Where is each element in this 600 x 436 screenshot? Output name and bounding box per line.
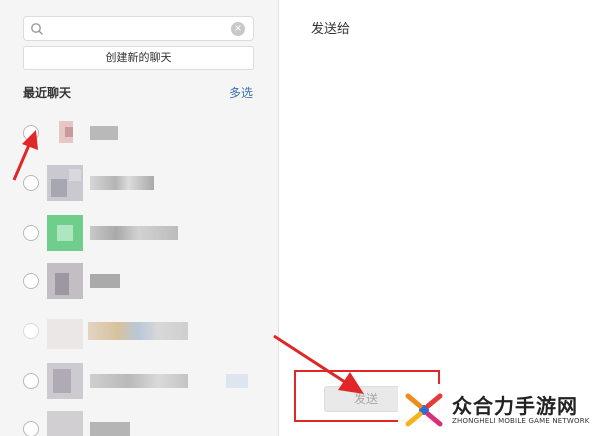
- contact-name-obscured: [90, 422, 130, 436]
- search-box[interactable]: ×: [23, 16, 254, 41]
- contact-picker-pane: × 创建新的聊天 最近聊天 多选: [0, 0, 279, 436]
- contact-item[interactable]: [0, 258, 279, 304]
- contact-name-obscured: [90, 374, 188, 388]
- search-input[interactable]: [48, 19, 228, 38]
- select-radio[interactable]: [23, 225, 39, 241]
- select-radio[interactable]: [23, 175, 39, 191]
- contact-item[interactable]: [0, 210, 279, 256]
- contact-item[interactable]: [0, 406, 279, 436]
- select-radio[interactable]: [23, 323, 39, 339]
- select-radio[interactable]: [23, 421, 39, 436]
- avatar: [47, 165, 83, 201]
- contact-name-obscured: [88, 322, 188, 340]
- watermark-logo-icon: [405, 393, 443, 427]
- avatar: [47, 215, 83, 251]
- send-button[interactable]: 发送: [324, 386, 408, 412]
- site-watermark: 众合力手游网 ZHONGHELI MOBILE GAME NETWORK: [398, 384, 600, 436]
- avatar: [47, 115, 83, 151]
- multi-select-link[interactable]: 多选: [229, 84, 253, 101]
- contact-extra-obscured: [226, 374, 248, 388]
- recent-chats-title: 最近聊天: [23, 86, 72, 100]
- contact-item[interactable]: [0, 358, 279, 404]
- avatar: [47, 313, 83, 349]
- avatar: [47, 263, 83, 299]
- contact-item[interactable]: [0, 308, 279, 354]
- contact-item[interactable]: [0, 110, 279, 156]
- contact-name-obscured: [90, 226, 178, 240]
- clear-icon[interactable]: ×: [231, 22, 245, 36]
- contact-name-obscured: [90, 176, 154, 190]
- watermark-title: 众合力手游网: [452, 394, 578, 418]
- contact-name-obscured: [90, 126, 118, 140]
- create-new-chat-button[interactable]: 创建新的聊天: [23, 46, 254, 70]
- search-icon: [31, 23, 43, 35]
- contact-name-obscured: [90, 274, 120, 288]
- select-radio[interactable]: [23, 373, 39, 389]
- avatar: [47, 411, 83, 436]
- select-radio[interactable]: [23, 125, 39, 141]
- send-to-title: 发送给: [311, 22, 351, 37]
- watermark-subtitle: ZHONGHELI MOBILE GAME NETWORK: [452, 417, 590, 425]
- contact-item[interactable]: [0, 160, 279, 206]
- select-radio[interactable]: [23, 273, 39, 289]
- avatar: [47, 363, 83, 399]
